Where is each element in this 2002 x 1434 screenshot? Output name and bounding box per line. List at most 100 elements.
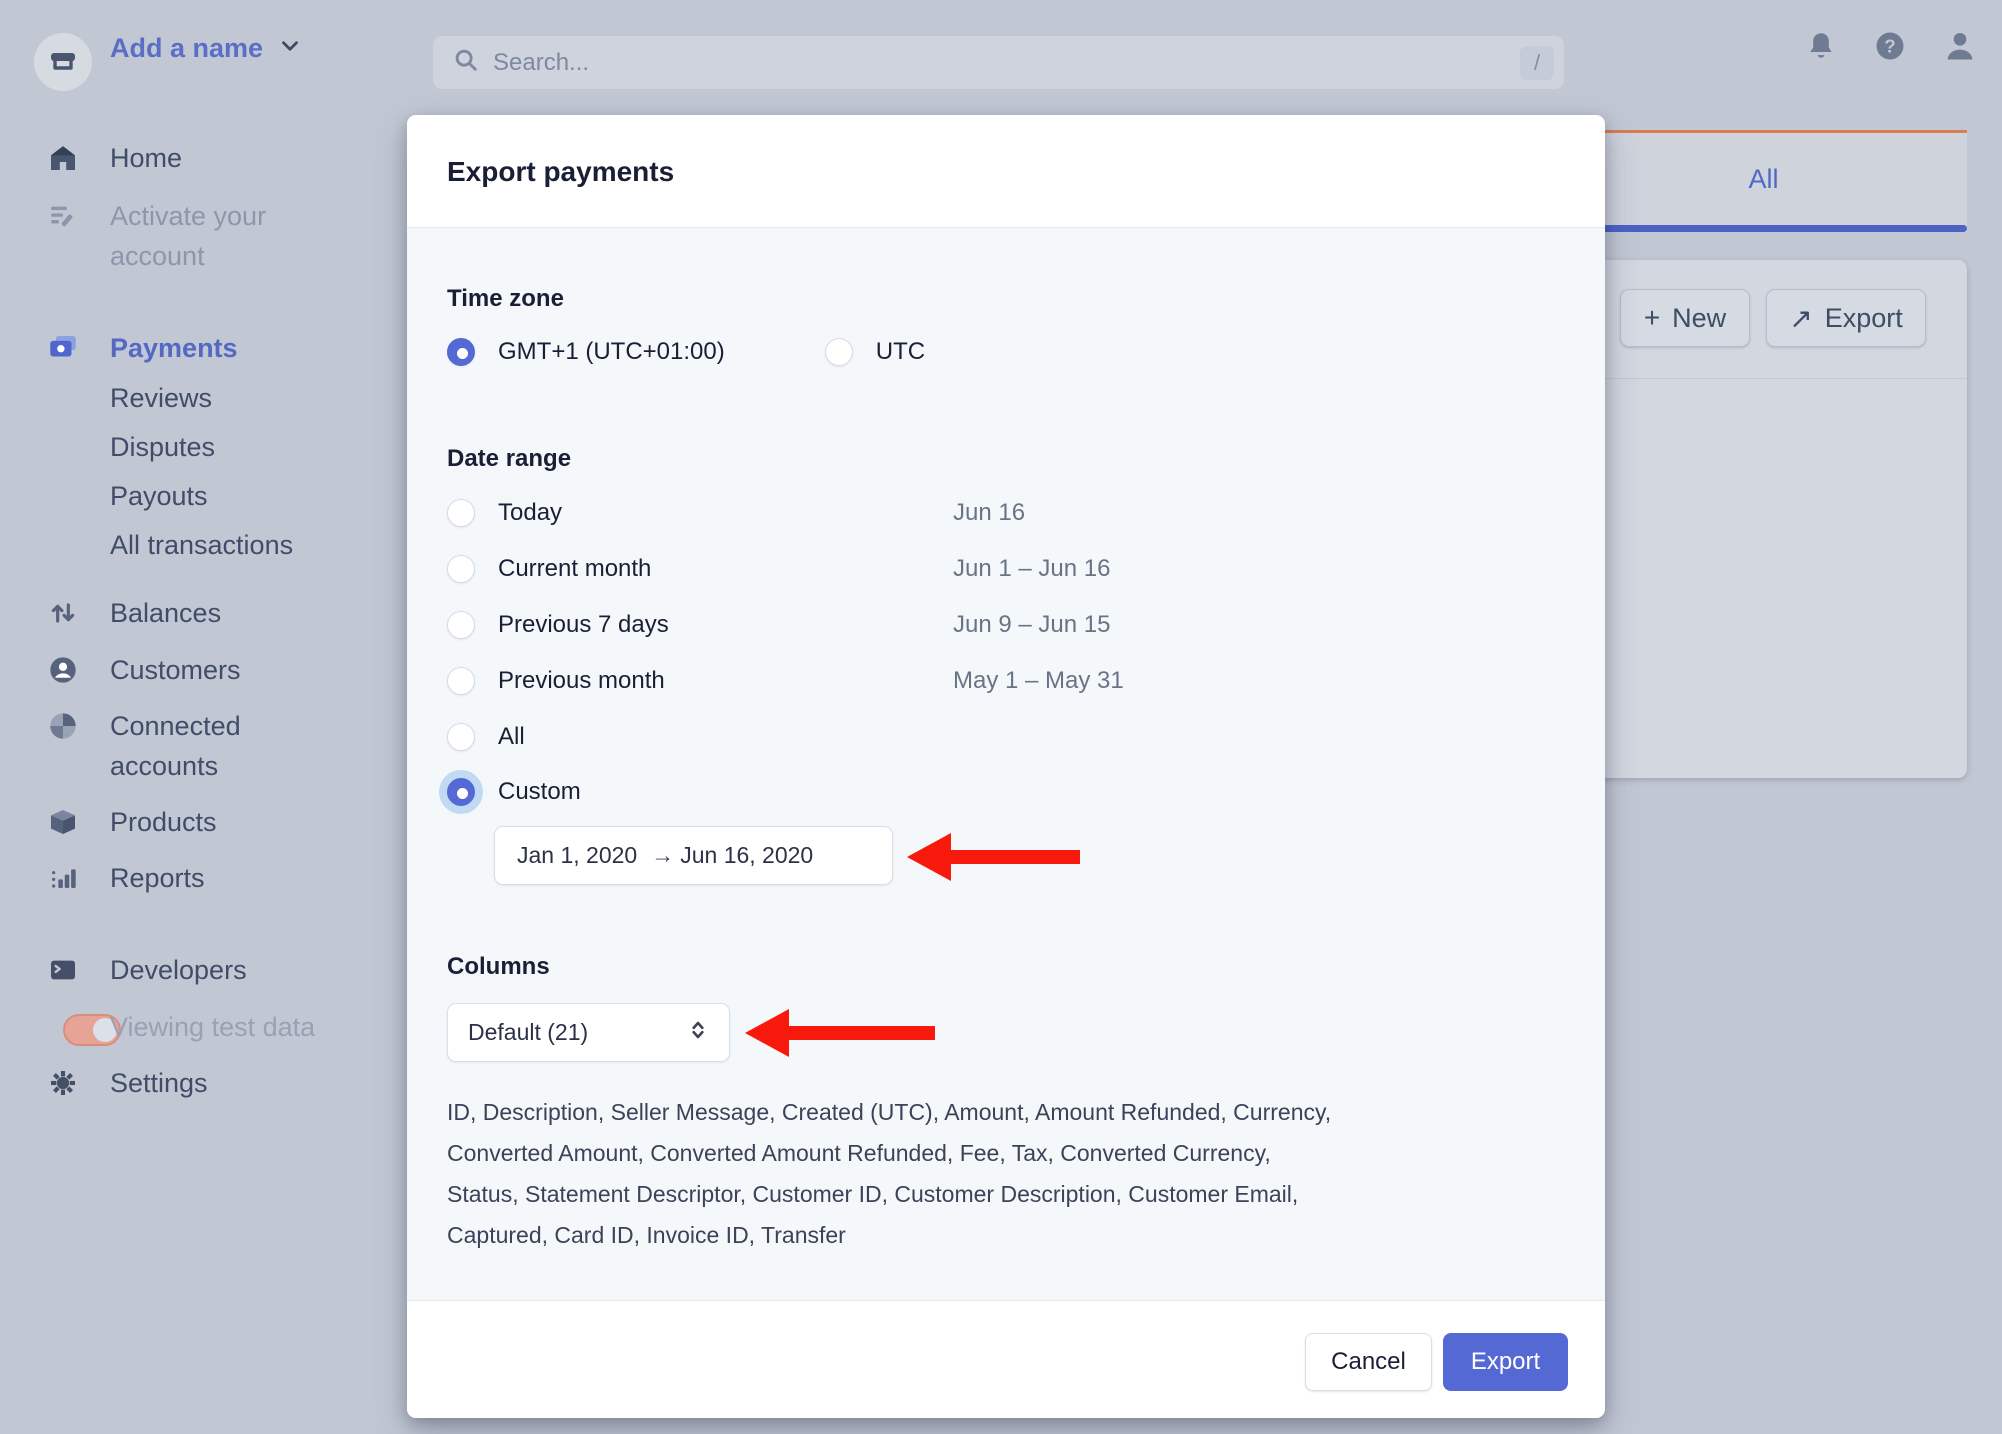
date-range-option-previous-month[interactable]: Previous month May 1 – May 31 [447,661,1557,701]
export-button[interactable]: Export [1443,1333,1568,1391]
search-input[interactable] [493,49,1520,77]
balances-icon [46,596,80,630]
date-range-label: Date range [447,445,571,473]
test-data-toggle[interactable] [28,1010,100,1044]
annotation-arrow-columns [745,1009,935,1057]
export-arrow-icon: ↗ [1789,302,1812,335]
timezone-options: GMT+1 (UTC+01:00) UTC [447,338,925,366]
date-range-option-label: Current month [498,555,651,583]
storefront-icon [47,44,79,81]
sidebar-item-label: Connected accounts [110,706,320,786]
svg-text:?: ? [1884,35,1895,56]
columns-label: Columns [447,953,550,981]
account-menu-button[interactable]: Add a name [110,0,303,96]
reports-icon [46,861,80,895]
date-range-option-custom[interactable]: Custom [447,772,1557,812]
sidebar: Home Activate your account [0,96,316,1434]
sidebar-item-label: Payouts [110,476,320,516]
help-icon[interactable]: ? [1872,28,1908,69]
tab-all-label: All [1560,133,1967,226]
export-payments-modal: Export payments Time zone GMT+1 (UTC+01:… [407,115,1605,1418]
panel-export-label: Export [1825,303,1903,334]
date-range-hint: Jun 1 – Jun 16 [953,555,1110,583]
date-range-hint: Jun 9 – Jun 15 [953,611,1110,639]
sidebar-item-label: Reports [110,858,320,898]
date-range-hint: May 1 – May 31 [953,667,1124,695]
gear-icon [46,1066,80,1100]
custom-date-start: Jan 1, 2020 [517,842,637,869]
stripe-dashboard: Add a name / [0,0,2002,1434]
sidebar-item-label: Reviews [110,378,320,418]
custom-date-range-input[interactable]: Jan 1, 2020 → Jun 16, 2020 [494,826,893,885]
activate-account-icon [46,199,80,233]
account-avatar[interactable] [34,33,92,91]
top-bar: Add a name / [0,0,2002,96]
sidebar-item-label: Products [110,802,320,842]
date-range-option-current-month[interactable]: Current month Jun 1 – Jun 16 [447,549,1557,589]
panel-export-button[interactable]: ↗ Export [1766,289,1926,347]
chevron-down-icon [277,33,303,64]
timezone-label: Time zone [447,285,564,313]
customers-icon [46,653,80,687]
new-button-label: New [1672,303,1726,334]
cancel-button[interactable]: Cancel [1305,1333,1432,1391]
date-range-option-previous-7-days[interactable]: Previous 7 days Jun 9 – Jun 15 [447,605,1557,645]
timezone-option-utc[interactable]: UTC [825,338,925,366]
plus-icon: + [1644,302,1660,334]
annotation-arrow-date-range [907,833,1080,881]
sidebar-item-label: Customers [110,650,320,690]
radio-current-month[interactable] [447,555,475,583]
columns-select[interactable]: Default (21) [447,1003,730,1062]
search-bar[interactable]: / [433,36,1564,89]
tab-active-underline [1560,225,1967,232]
columns-summary-line: Captured, Card ID, Invoice ID, Transfer [447,1215,1572,1256]
timezone-option-gmt1[interactable]: GMT+1 (UTC+01:00) [447,338,725,366]
date-range-option-label: Previous 7 days [498,611,669,639]
columns-summary: ID, Description, Seller Message, Created… [447,1092,1572,1256]
columns-selected-value: Default (21) [468,1019,588,1046]
developers-icon [46,953,80,987]
date-range-option-label: Today [498,499,562,527]
new-button[interactable]: + New [1620,289,1750,347]
sidebar-item-label: Balances [110,593,320,633]
search-icon [451,45,481,80]
sidebar-item-label: Settings [110,1063,320,1103]
columns-summary-line: Converted Amount, Converted Amount Refun… [447,1133,1572,1174]
right-arrow-icon: → [651,842,674,869]
radio-previous-month[interactable] [447,667,475,695]
date-range-option-all[interactable]: All [447,717,1557,757]
timezone-option-label: GMT+1 (UTC+01:00) [498,338,725,366]
home-icon [46,141,80,175]
date-range-hint: Jun 16 [953,499,1025,527]
timezone-option-label: UTC [876,338,925,366]
radio-utc[interactable] [825,338,853,366]
radio-gmt1[interactable] [447,338,475,366]
panel-divider [1560,378,1967,379]
columns-summary-line: Status, Statement Descriptor, Customer I… [447,1174,1572,1215]
columns-summary-line: ID, Description, Seller Message, Created… [447,1092,1572,1133]
radio-previous-7-days[interactable] [447,611,475,639]
sidebar-item-label: All transactions [110,525,320,565]
modal-title: Export payments [447,115,674,228]
radio-today[interactable] [447,499,475,527]
payments-panel: + New ↗ Export [1560,260,1967,778]
radio-all[interactable] [447,723,475,751]
sidebar-item-label: Home [110,138,320,178]
custom-date-end: Jun 16, 2020 [680,842,813,869]
sidebar-item-label: Payments [110,328,320,368]
bell-icon[interactable] [1804,29,1838,68]
updown-chevron-icon [685,1017,711,1049]
account-name: Add a name [110,33,263,64]
search-shortcut-key: / [1520,46,1554,80]
connected-accounts-icon [46,709,80,743]
date-range-option-today[interactable]: Today Jun 16 [447,493,1557,533]
tab-all[interactable]: All [1560,130,1967,232]
modal-footer: Cancel Export [407,1300,1605,1418]
radio-custom[interactable] [447,778,475,806]
sidebar-item-label: Disputes [110,427,320,467]
sidebar-item-label: Activate your account [110,196,320,276]
user-icon[interactable] [1942,28,1978,69]
products-icon [46,805,80,839]
sidebar-item-label: Viewing test data [110,1007,320,1047]
date-range-option-label: Custom [498,778,581,806]
